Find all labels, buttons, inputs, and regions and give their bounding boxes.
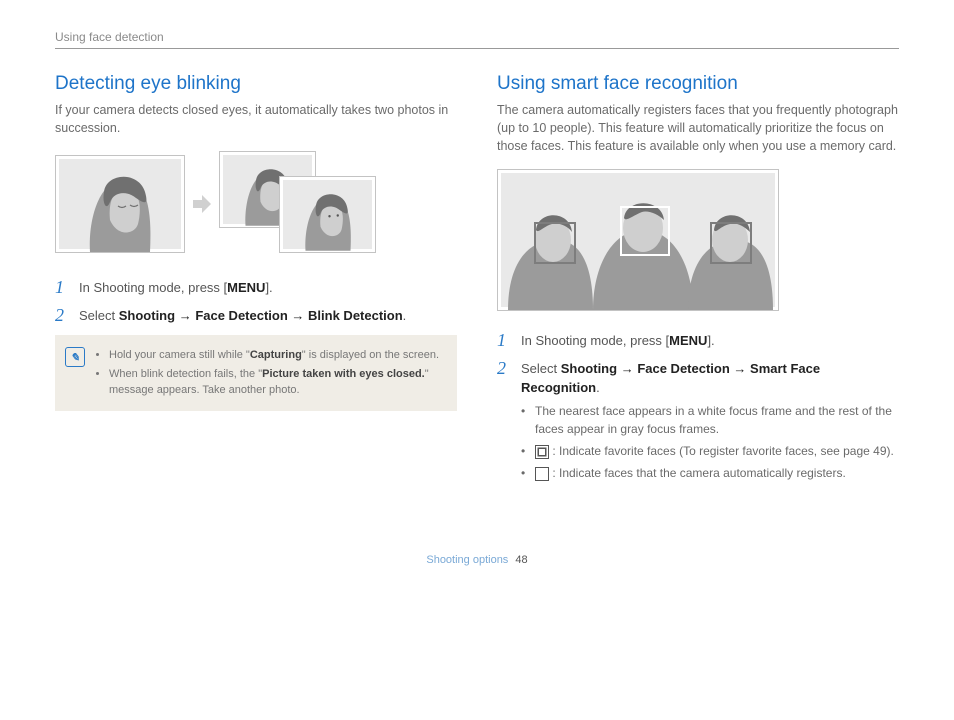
step2-suffix: . (403, 308, 407, 323)
single-box-icon (535, 467, 549, 481)
face-box-gray (534, 222, 576, 264)
left-step-1: 1 In Shooting mode, press [MENU]. (55, 278, 457, 298)
path-facedet: Face Detection (637, 361, 729, 376)
arrow-sep: → (175, 308, 195, 323)
note-item: Hold your camera still while "Capturing"… (109, 347, 445, 364)
path-facedet: Face Detection (195, 308, 287, 323)
right-intro: The camera automatically registers faces… (497, 101, 899, 155)
bullet-item: • : Indicate favorite faces (To register… (521, 442, 899, 460)
path-blink: Blink Detection (308, 308, 403, 323)
right-step-1: 1 In Shooting mode, press [MENU]. (497, 331, 899, 351)
right-title: Using smart face recognition (497, 73, 899, 95)
step-number: 2 (497, 359, 511, 486)
double-box-icon (535, 445, 549, 459)
note-icon: ✎ (65, 347, 85, 367)
step-number: 1 (55, 278, 69, 298)
right-step-2: 2 Select Shooting → Face Detection → Sma… (497, 359, 899, 486)
left-title: Detecting eye blinking (55, 73, 457, 95)
right-column: Using smart face recognition The camera … (497, 69, 899, 494)
arrow-sep: → (617, 361, 637, 376)
group-illustration (497, 169, 779, 311)
left-column: Detecting eye blinking If your camera de… (55, 69, 457, 494)
step2-prefix: Select (521, 361, 561, 376)
face-box-gray (710, 222, 752, 264)
step1-suffix: ]. (265, 280, 272, 295)
bullet-item: • : Indicate faces that the camera autom… (521, 464, 899, 482)
page-footer: Shooting options 48 (55, 554, 899, 566)
step1-text: In Shooting mode, press [ (79, 280, 227, 295)
bullet-item: •The nearest face appears in a white foc… (521, 402, 899, 438)
menu-key: MENU (227, 280, 265, 295)
left-intro: If your camera detects closed eyes, it a… (55, 101, 457, 137)
step1-suffix: ]. (707, 333, 714, 348)
left-step-2: 2 Select Shooting → Face Detection → Bli… (55, 306, 457, 326)
step1-text: In Shooting mode, press [ (521, 333, 669, 348)
arrow-sep: → (730, 361, 750, 376)
step-number: 1 (497, 331, 511, 351)
note-item: When blink detection fails, the "Picture… (109, 366, 445, 399)
footer-page: 48 (515, 554, 527, 566)
breadcrumb: Using face detection (55, 30, 899, 44)
arrow-sep: → (288, 308, 308, 323)
menu-key: MENU (669, 333, 707, 348)
footer-section: Shooting options (426, 554, 508, 566)
step-number: 2 (55, 306, 69, 326)
path-shooting: Shooting (561, 361, 617, 376)
portrait-closed-eyes (55, 155, 185, 253)
arrow-right-icon (191, 193, 213, 215)
portrait-small-2 (279, 176, 376, 253)
face-box-white (620, 206, 670, 256)
step2-suffix: . (596, 380, 600, 395)
path-shooting: Shooting (119, 308, 175, 323)
note-box: ✎ Hold your camera still while "Capturin… (55, 335, 457, 411)
step2-prefix: Select (79, 308, 119, 323)
blink-illustration (55, 151, 457, 256)
